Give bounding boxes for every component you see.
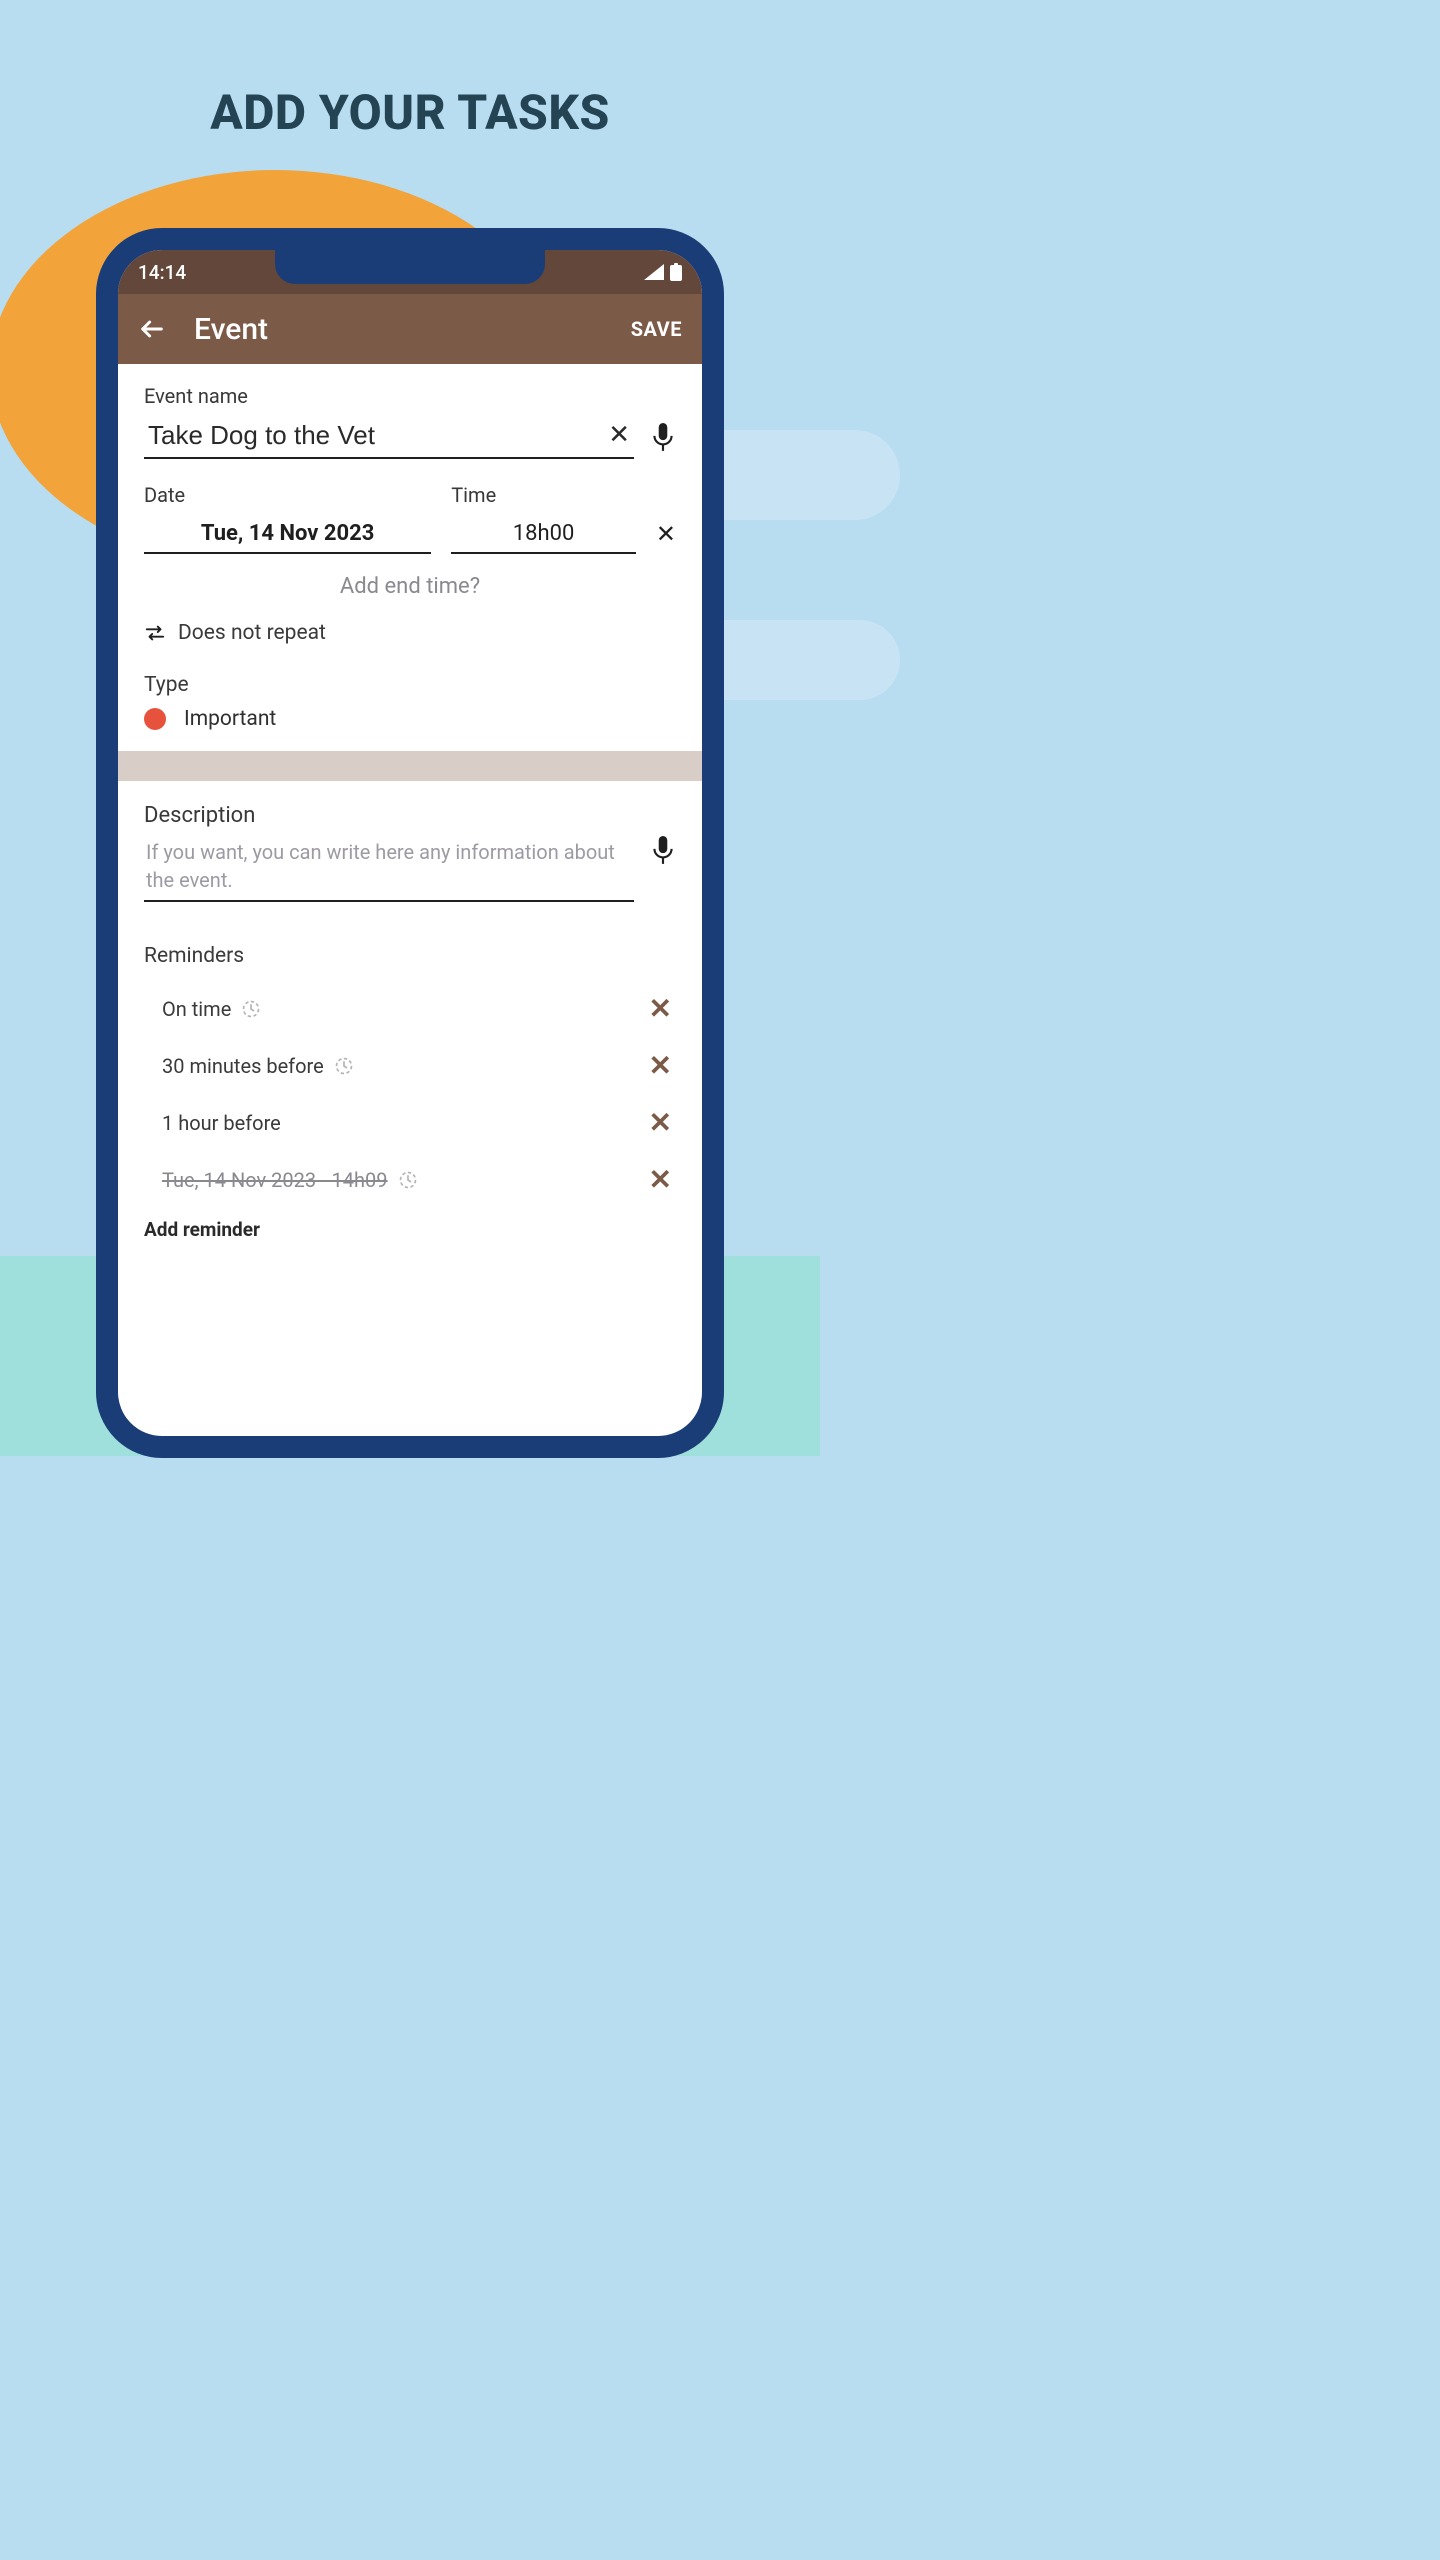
clear-name-icon[interactable]: ✕ (608, 420, 630, 450)
time-label: Time (451, 483, 636, 507)
reminder-text: On time (162, 997, 231, 1021)
description-input[interactable]: If you want, you can write here any info… (144, 836, 634, 902)
battery-icon (670, 263, 682, 281)
type-value: Important (184, 707, 276, 731)
time-field[interactable]: 18h00 (451, 515, 636, 552)
event-name-label: Event name (144, 384, 676, 408)
remove-reminder-icon[interactable]: ✕ (649, 1106, 676, 1139)
remove-reminder-icon[interactable]: ✕ (649, 992, 676, 1025)
type-selector[interactable]: Important (144, 707, 676, 731)
clock-icon (398, 1170, 418, 1190)
clock-icon (334, 1056, 354, 1076)
mic-icon[interactable] (650, 836, 676, 866)
reminder-text: 1 hour before (162, 1111, 281, 1135)
reminder-row[interactable]: 30 minutes before ✕ (144, 1037, 676, 1094)
add-end-time-link[interactable]: Add end time? (144, 574, 676, 599)
add-reminder-button[interactable]: Add reminder (144, 1218, 676, 1241)
marketing-headline: ADD YOUR TASKS (0, 84, 820, 141)
date-label: Date (144, 483, 431, 507)
reminder-row[interactable]: On time ✕ (144, 980, 676, 1037)
repeat-icon (144, 623, 166, 643)
event-name-input[interactable] (144, 416, 634, 457)
clock-icon (241, 999, 261, 1019)
remove-reminder-icon[interactable]: ✕ (649, 1049, 676, 1082)
description-label: Description (144, 803, 676, 828)
phone-frame: 14:14 Event SAVE Event name ✕ Date Tue, … (96, 228, 724, 1458)
reminder-row[interactable]: 1 hour before ✕ (144, 1094, 676, 1151)
app-bar: Event SAVE (118, 294, 702, 364)
mic-icon[interactable] (650, 423, 676, 453)
date-field[interactable]: Tue, 14 Nov 2023 (144, 515, 431, 552)
remove-reminder-icon[interactable]: ✕ (649, 1163, 676, 1196)
phone-notch (275, 246, 545, 284)
reminder-text: Tue, 14 Nov 2023 - 14h09 (162, 1168, 388, 1192)
back-arrow-icon[interactable] (138, 315, 166, 343)
signal-icon (644, 264, 664, 280)
clear-time-icon[interactable]: ✕ (656, 520, 676, 554)
repeat-text: Does not repeat (178, 621, 326, 645)
repeat-row[interactable]: Does not repeat (144, 621, 676, 645)
save-button[interactable]: SAVE (631, 317, 682, 341)
reminders-label: Reminders (144, 944, 676, 968)
reminder-row[interactable]: Tue, 14 Nov 2023 - 14h09 ✕ (144, 1151, 676, 1208)
app-bar-title: Event (194, 312, 603, 347)
reminder-text: 30 minutes before (162, 1054, 324, 1078)
section-divider (118, 751, 702, 781)
type-label: Type (144, 673, 676, 697)
type-color-dot (144, 708, 166, 730)
status-time: 14:14 (138, 261, 186, 284)
content-area: Event name ✕ Date Tue, 14 Nov 2023 Time … (118, 364, 702, 1241)
